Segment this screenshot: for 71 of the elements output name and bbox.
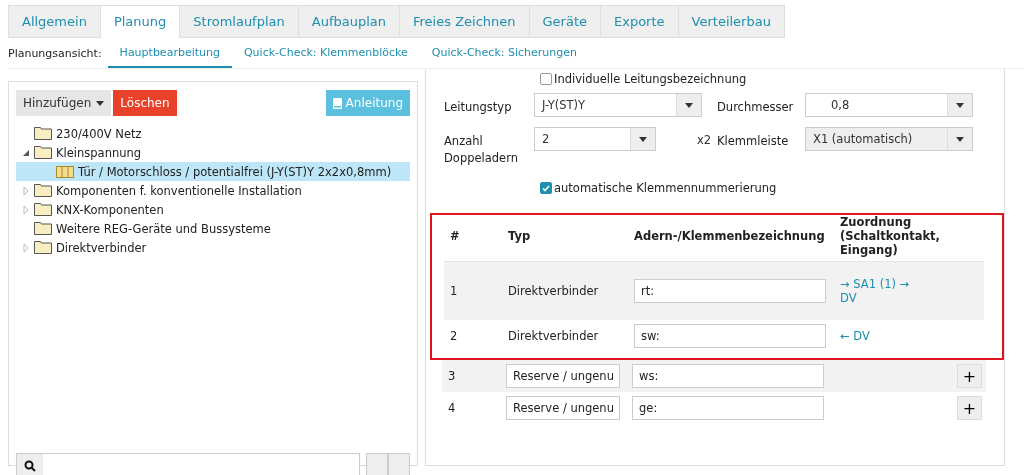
field-label: Klemmleiste [717, 133, 790, 150]
caret-icon [96, 100, 105, 106]
column-header: Adern-/Klemmenbezeichnung [634, 229, 826, 243]
folder-icon [34, 203, 52, 216]
folder-icon [34, 146, 52, 159]
view-tab[interactable]: Quick-Check: Klemmenblöcke [231, 38, 420, 68]
assignment-link[interactable]: → SA1 (1) → DV [840, 277, 920, 305]
dropdown-value: X1 (automatisch) [812, 131, 914, 148]
row-number: 2 [450, 329, 459, 343]
checkbox[interactable] [540, 182, 552, 194]
book-icon [332, 97, 342, 109]
checkbox[interactable] [540, 73, 552, 85]
folder-icon [34, 241, 52, 254]
view-tab[interactable]: Hauptbearbeitung [107, 38, 232, 68]
table-cell-text: Direktverbinder [508, 329, 600, 343]
view-tab[interactable]: Quick-Check: Sicherungen [419, 38, 589, 68]
row-number: 4 [448, 401, 457, 415]
dropdown-value: J-Y(ST)Y [540, 97, 587, 114]
checkbox-label: Individuelle Leitungsbezeichnung [554, 72, 747, 86]
caret-icon [685, 102, 693, 108]
tool-button[interactable] [366, 453, 388, 475]
folder-icon [34, 222, 52, 235]
multiplier-label: x2 [696, 132, 713, 147]
input-field[interactable]: sw: [634, 324, 826, 348]
dropdown-value: 0,8 [830, 97, 851, 114]
tree-item[interactable]: Kleinspannung [16, 143, 410, 162]
folder-icon [34, 127, 52, 140]
assignment-link[interactable]: ← DV [840, 329, 870, 343]
column-header: # [450, 229, 461, 243]
expand-icon[interactable] [22, 243, 30, 252]
tree-item[interactable]: 230/400V Netz [16, 124, 410, 143]
search-field[interactable] [16, 453, 360, 475]
folder-icon [34, 184, 52, 197]
view-label: Planungsansicht: [8, 46, 102, 60]
input-field[interactable]: ws: [632, 364, 824, 388]
dropdown[interactable]: 2 [534, 127, 656, 151]
row-number: 1 [450, 284, 459, 298]
table-cell-text: Direktverbinder [508, 284, 600, 298]
dropdown[interactable]: 0,8 [805, 93, 973, 117]
tab[interactable]: Planung [100, 5, 181, 38]
caret-icon [956, 136, 964, 142]
expand-icon[interactable] [22, 186, 30, 195]
dropdown-value: 2 [541, 131, 551, 148]
tree-item[interactable]: Komponenten f. konventionelle Installation [16, 181, 410, 200]
checkbox-label: automatische Klemmennummerierung [554, 181, 777, 195]
delete-button[interactable]: Löschen [113, 90, 177, 116]
field-label: Durchmesser [717, 99, 795, 116]
dropdown[interactable]: J-Y(ST)Y [534, 93, 702, 117]
add-button[interactable]: + [957, 396, 982, 420]
tree-item[interactable]: Direktverbinder [16, 238, 410, 257]
terminal-block-icon [56, 165, 74, 178]
tool-button[interactable] [388, 453, 410, 475]
column-header: Zuordnung (Schaltkontakt, Eingang) [840, 215, 941, 257]
add-button[interactable]: + [957, 364, 982, 388]
expand-icon[interactable] [22, 205, 30, 214]
tree-item[interactable]: Tür / Motorschloss / potentialfrei (J-Y(ST)Y 2x2x0,8mm) [16, 162, 410, 181]
add-button[interactable]: Hinzufügen [16, 90, 112, 116]
input-field[interactable]: rt: [634, 279, 826, 303]
field-label: Leitungstyp [444, 99, 513, 116]
column-header: Typ [508, 229, 532, 243]
input-field[interactable]: ge: [632, 396, 824, 420]
collapse-icon[interactable] [22, 148, 30, 157]
row-number: 3 [448, 369, 457, 383]
tree-item[interactable]: KNX-Komponenten [16, 200, 410, 219]
caret-icon [956, 102, 964, 108]
type-dropdown[interactable]: Reserve / ungenu [506, 364, 620, 388]
caret-icon [639, 136, 647, 142]
type-dropdown[interactable]: Reserve / ungenu [506, 396, 620, 420]
tree-item[interactable]: Weitere REG-Geräte und Bussysteme [16, 219, 410, 238]
field-label: Anzahl Doppeladern [444, 133, 519, 167]
search-icon [24, 460, 36, 472]
